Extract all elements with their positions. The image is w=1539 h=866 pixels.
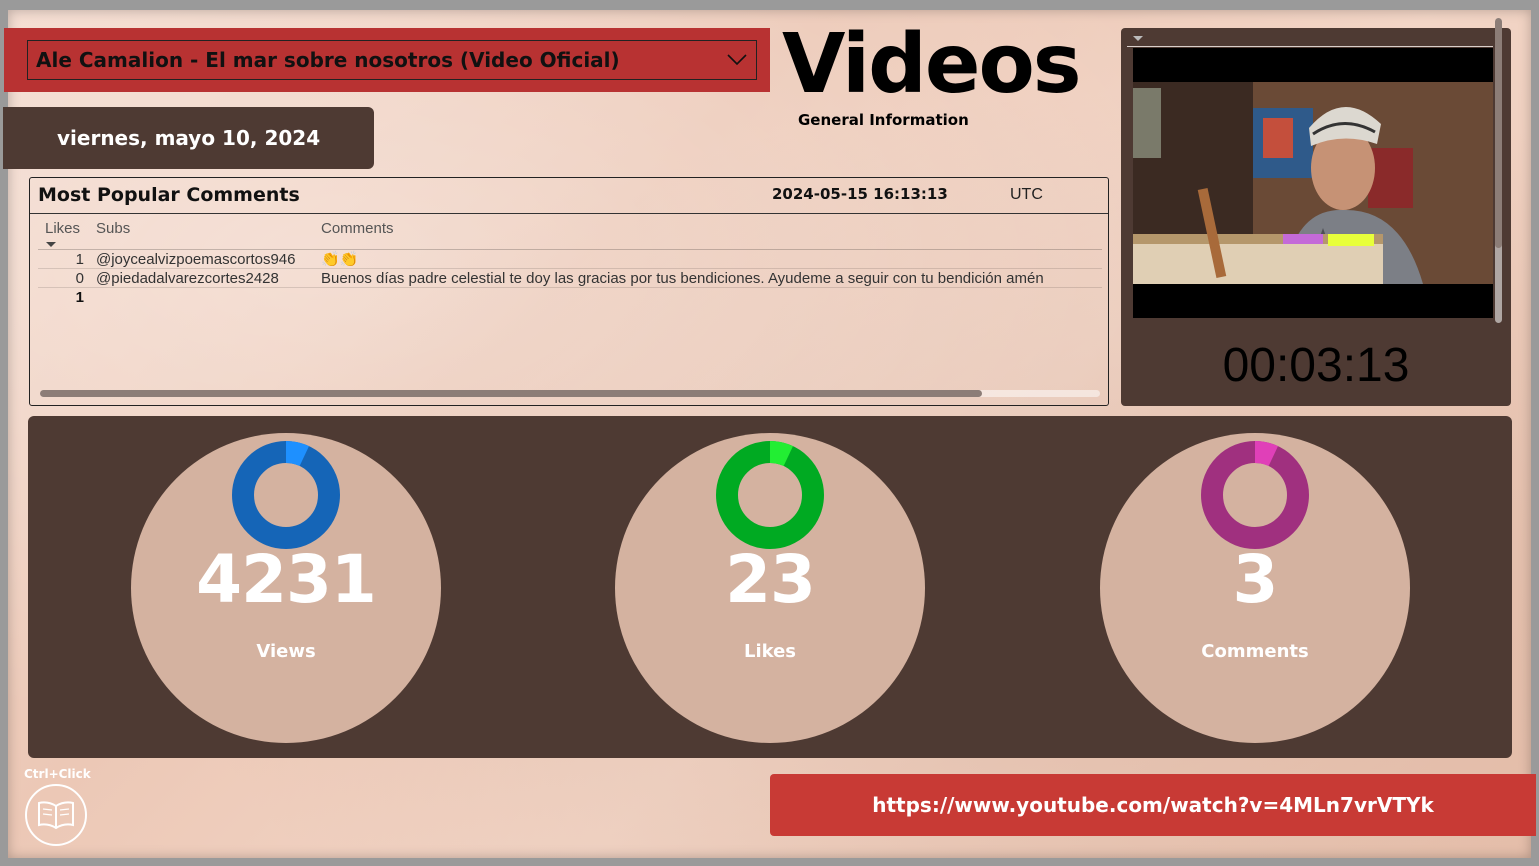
cell-comment: Buenos días padre celestial te doy las g… bbox=[321, 270, 1044, 287]
comments-value: 3 bbox=[1232, 541, 1279, 618]
book-icon bbox=[38, 801, 74, 830]
cell-total-sub bbox=[84, 288, 309, 307]
scrollbar-thumb[interactable] bbox=[40, 390, 982, 397]
kpi-views: 4231 Views bbox=[131, 433, 441, 743]
sort-descending-icon[interactable] bbox=[46, 242, 56, 247]
cell-sub: @joycealvizpoemascortos946 bbox=[96, 251, 296, 268]
comments-table: Likes Subs Comments 1 @joycealvizpoemasc… bbox=[38, 218, 1102, 307]
video-thumbnail bbox=[1133, 48, 1493, 318]
horizontal-scrollbar[interactable] bbox=[40, 390, 1100, 397]
kpi-likes: 23 Likes bbox=[615, 433, 925, 743]
comments-header: Most Popular Comments 2024-05-15 16:13:1… bbox=[30, 178, 1108, 214]
video-selector-value: Ale Camalion - El mar sobre nosotros (Vi… bbox=[36, 48, 620, 72]
cell-total-likes: 1 bbox=[75, 289, 84, 306]
comments-panel: Most Popular Comments 2024-05-15 16:13:1… bbox=[29, 177, 1109, 406]
video-panel: 00:03:13 bbox=[1121, 18, 1511, 406]
vertical-scrollbar[interactable] bbox=[1495, 18, 1502, 323]
comments-timezone: UTC bbox=[1010, 186, 1043, 203]
comments-timestamp: 2024-05-15 16:13:13 bbox=[772, 185, 948, 203]
video-url-link[interactable]: https://www.youtube.com/watch?v=4MLn7vrV… bbox=[770, 774, 1536, 836]
date-card: viernes, mayo 10, 2024 bbox=[3, 107, 374, 169]
donut-ring bbox=[716, 441, 824, 549]
cell-comment: 👏👏 bbox=[321, 251, 359, 268]
cell-sub: @piedadalvarezcortes2428 bbox=[96, 270, 279, 287]
kpi-comments: 3 Comments bbox=[1100, 433, 1410, 743]
collapse-arrow-icon[interactable] bbox=[1133, 36, 1143, 41]
video-player[interactable] bbox=[1133, 48, 1493, 318]
column-header-subs[interactable]: Subs bbox=[84, 218, 309, 249]
views-label: Views bbox=[256, 641, 316, 662]
video-selector-dropdown[interactable]: Ale Camalion - El mar sobre nosotros (Vi… bbox=[27, 40, 757, 80]
likes-label: Likes bbox=[743, 641, 797, 662]
column-header-likes[interactable]: Likes bbox=[38, 218, 84, 249]
page-subtitle: General Information bbox=[798, 111, 969, 129]
likes-value: 23 bbox=[725, 541, 816, 618]
comments-donut-chart bbox=[1201, 441, 1309, 549]
ctrl-click-hint: Ctrl+Click bbox=[24, 767, 91, 781]
cell-total-comment bbox=[309, 288, 1102, 307]
table-total-row: 1 bbox=[38, 288, 1102, 307]
book-button[interactable] bbox=[25, 784, 87, 846]
scrollbar-thumb[interactable] bbox=[1495, 18, 1502, 248]
comments-label: Comments bbox=[1201, 641, 1309, 662]
date-label: viernes, mayo 10, 2024 bbox=[57, 126, 321, 150]
table-header-row: Likes Subs Comments bbox=[38, 218, 1102, 250]
chevron-down-icon[interactable] bbox=[726, 49, 748, 71]
video-url-text[interactable]: https://www.youtube.com/watch?v=4MLn7vrV… bbox=[872, 793, 1434, 817]
video-duration: 00:03:13 bbox=[1222, 339, 1410, 392]
divider bbox=[1127, 46, 1493, 47]
comments-title: Most Popular Comments bbox=[38, 184, 300, 206]
column-header-comments[interactable]: Comments bbox=[309, 218, 1102, 249]
cell-likes: 1 bbox=[75, 251, 84, 268]
kpi-panel: 4231 Views 23 Likes 3 Comments bbox=[28, 416, 1512, 758]
table-row[interactable]: 0 @piedadalvarezcortes2428 Buenos días p… bbox=[38, 269, 1102, 288]
likes-donut-chart bbox=[716, 441, 824, 549]
views-value: 4231 bbox=[196, 541, 377, 618]
table-row[interactable]: 1 @joycealvizpoemascortos946 👏👏 bbox=[38, 250, 1102, 269]
donut-ring bbox=[1201, 441, 1309, 549]
donut-ring bbox=[232, 441, 340, 549]
cell-likes: 0 bbox=[75, 270, 84, 287]
views-donut-chart bbox=[232, 441, 340, 549]
page-title: Videos bbox=[782, 17, 1082, 112]
